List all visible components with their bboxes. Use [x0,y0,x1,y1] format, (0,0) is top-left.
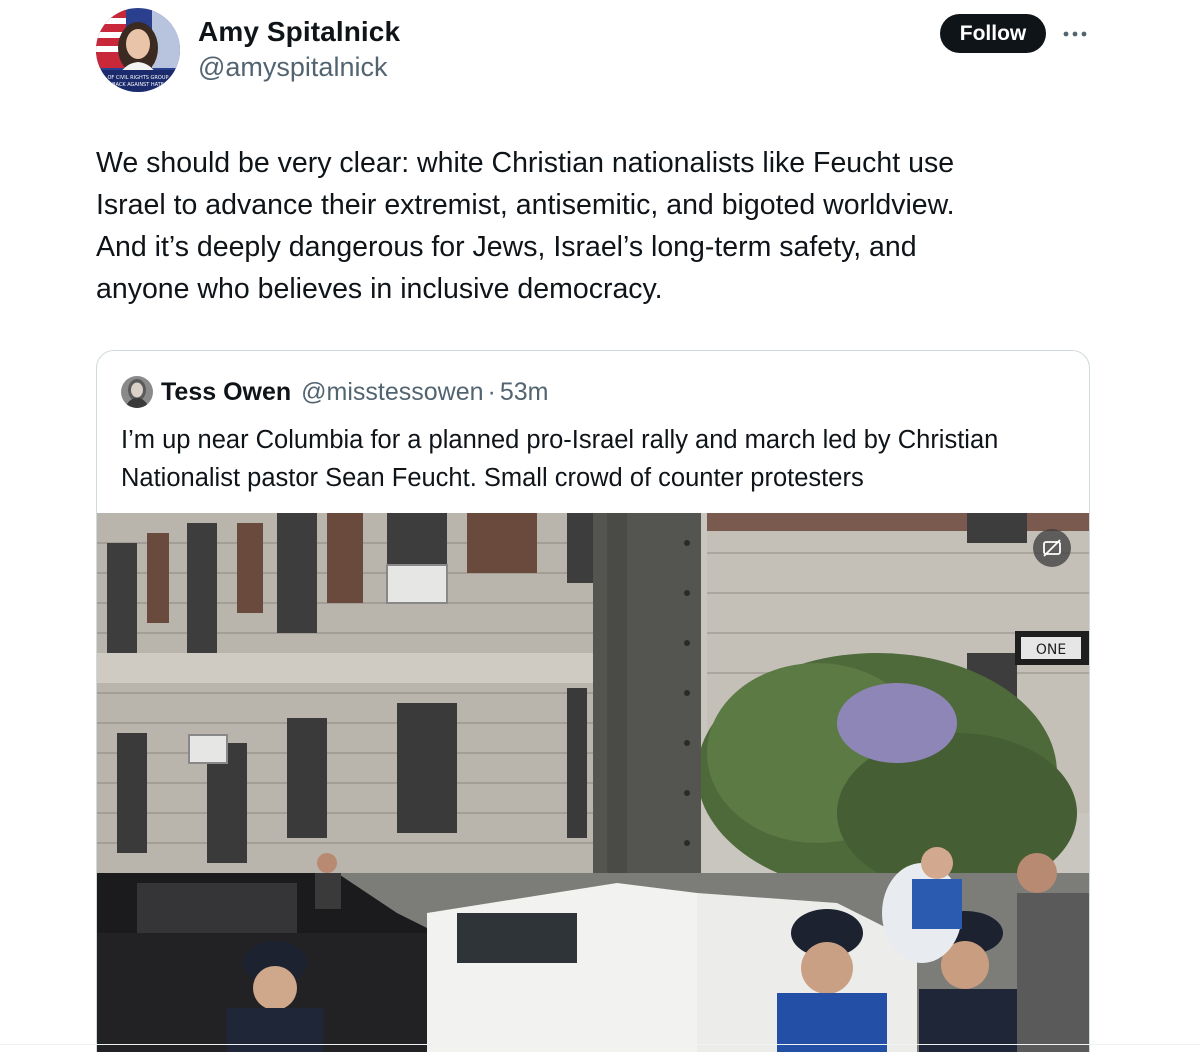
post-text: We should be very clear: white Christian… [96,147,955,305]
street-sign-text: ONE [1036,642,1066,658]
follow-button[interactable]: Follow [940,14,1046,53]
author-handle[interactable]: @amyspitalnick [198,52,387,83]
sensitive-media-icon[interactable] [1033,529,1071,567]
post-page: OF CIVIL RIGHTS GROUP BACK AGAINST HATE … [0,0,1200,1052]
quoted-post-media[interactable]: ONE [97,513,1089,1052]
quoted-author-avatar[interactable] [121,376,153,408]
avatar-caption-line1: OF CIVIL RIGHTS GROUP [108,75,169,81]
quoted-post-time[interactable]: 53m [500,378,549,407]
author-avatar-image: OF CIVIL RIGHTS GROUP BACK AGAINST HATE [96,8,180,92]
quoted-post-text: I’m up near Columbia for a planned pro-I… [121,426,999,492]
quoted-author-name[interactable]: Tess Owen [161,378,291,407]
bottom-divider [0,1044,1200,1045]
avatar-caption-line2: BACK AGAINST HATE [112,82,164,88]
ellipsis-icon[interactable] [1060,22,1090,46]
separator-dot: · [487,377,496,406]
quoted-post-card[interactable]: Tess Owen @misstessowen · 53m I’m up nea… [96,350,1090,1052]
author-display-name[interactable]: Amy Spitalnick [198,16,400,48]
video-thumbnail: ONE [97,513,1089,1052]
author-avatar[interactable]: OF CIVIL RIGHTS GROUP BACK AGAINST HATE [96,8,180,92]
quoted-post-header: Tess Owen @misstessowen · 53m [121,375,548,409]
quoted-author-handle[interactable]: @misstessowen [301,378,483,407]
